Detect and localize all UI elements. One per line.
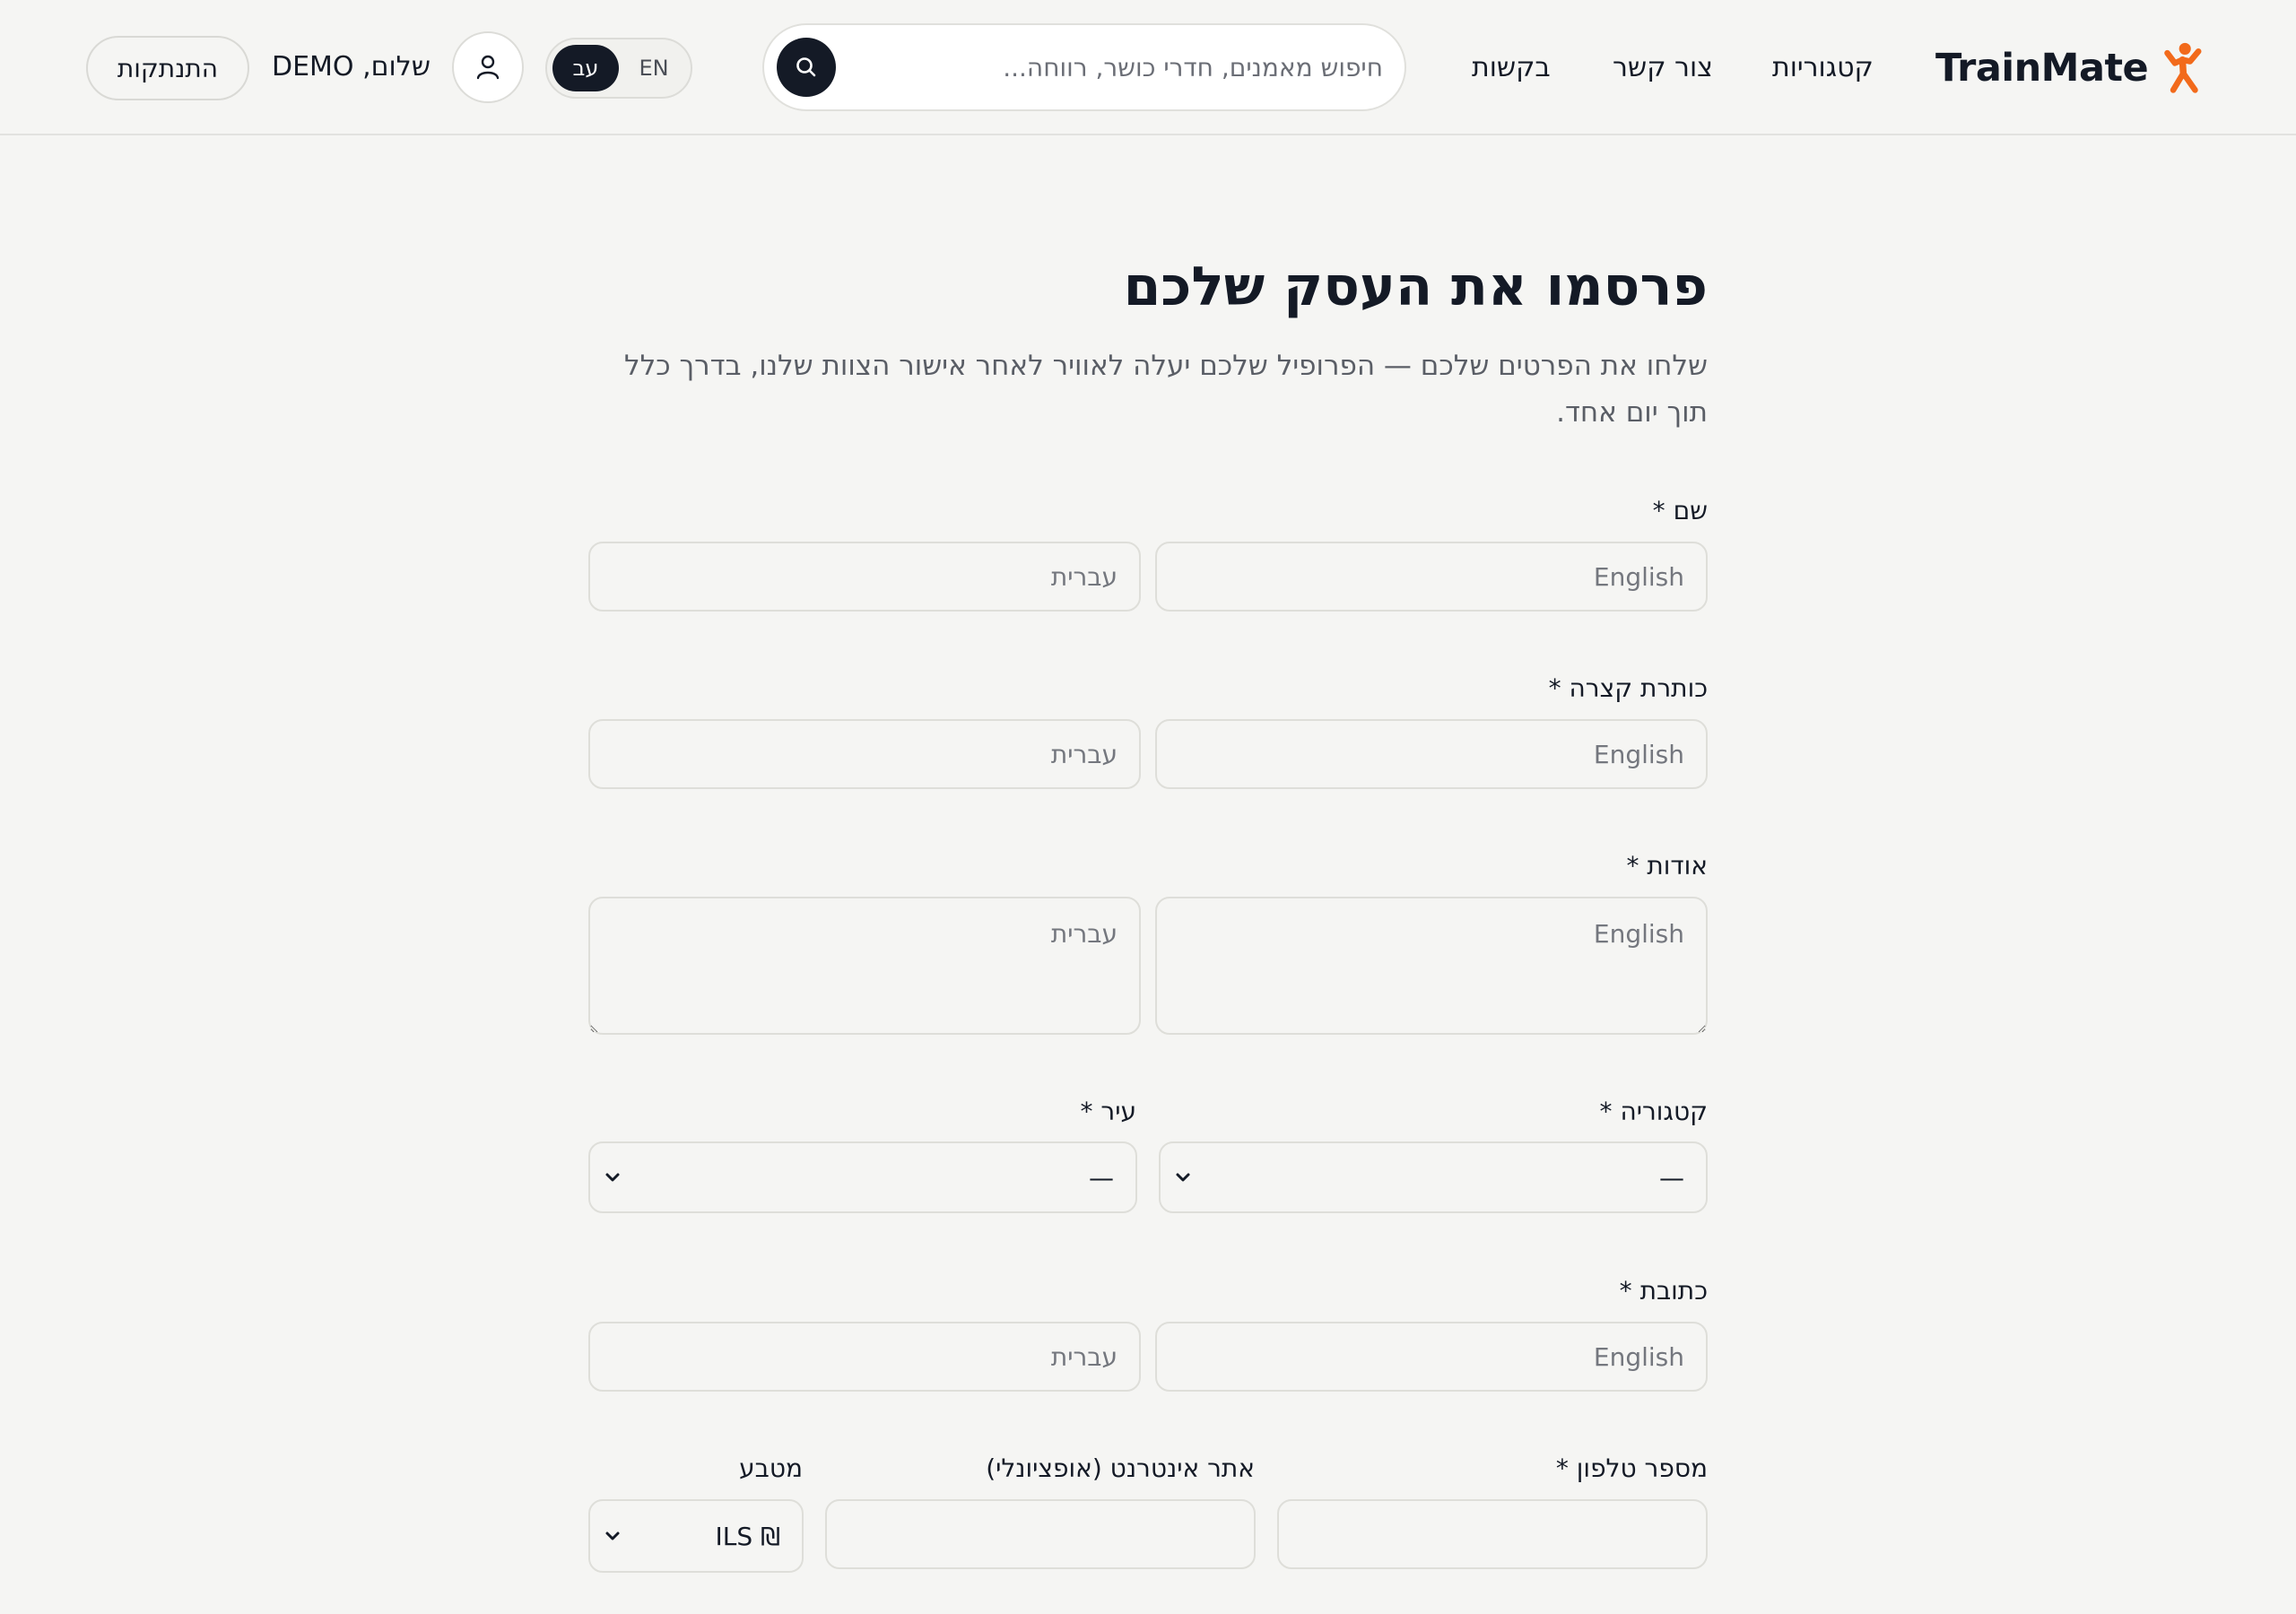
category-select[interactable]: — [1159, 1141, 1708, 1213]
address-hebrew-input[interactable] [588, 1322, 1141, 1392]
nav-categories[interactable]: קטגוריות [1772, 47, 1874, 90]
name-label: שם * [1652, 496, 1708, 525]
site-header: TrainMate קטגוריות צור קשר בקשות עב EN ש… [0, 0, 2296, 135]
website-label: אתר אינטרנט (אופציונלי) [986, 1453, 1255, 1483]
tagline-english-input[interactable] [1155, 719, 1708, 789]
address-label: כתובת * [1619, 1276, 1708, 1306]
phone-input[interactable] [1277, 1499, 1708, 1569]
lang-option-en[interactable]: EN [622, 45, 685, 91]
nav-contact[interactable]: צור קשר [1613, 47, 1713, 90]
language-toggle: עב EN [545, 38, 692, 99]
tagline-label: כותרת קצרה * [1548, 673, 1708, 703]
chevron-down-icon [604, 1501, 621, 1571]
city-label: עיר * [1080, 1097, 1137, 1126]
search-input[interactable] [845, 39, 1383, 95]
logout-button[interactable]: התנתקות [86, 36, 249, 100]
search-icon [796, 57, 816, 77]
address-english-input[interactable] [1155, 1322, 1708, 1392]
search-bar [762, 23, 1406, 111]
chevron-down-icon [1175, 1143, 1191, 1211]
lang-option-he[interactable]: עב [552, 45, 619, 91]
user-greeting: שלום, DEMO [271, 51, 430, 82]
brand-logo[interactable]: TrainMate [1935, 34, 2205, 102]
figure-flexing-icon [2164, 42, 2202, 93]
about-hebrew-textarea[interactable] [588, 897, 1141, 1035]
city-select[interactable]: — [588, 1141, 1137, 1213]
chevron-down-icon [604, 1143, 621, 1211]
avatar[interactable] [452, 31, 524, 103]
name-hebrew-input[interactable] [588, 542, 1141, 612]
name-english-input[interactable] [1155, 542, 1708, 612]
page-title: פרסמו את העסק שלכם [1123, 256, 1708, 318]
currency-selected-value: ₪ ILS [715, 1521, 781, 1551]
city-selected-value: — [1089, 1162, 1114, 1193]
category-label: קטגוריה * [1599, 1097, 1708, 1126]
phone-label: מספר טלפון * [1555, 1453, 1708, 1483]
nav-requests[interactable]: בקשות [1472, 47, 1551, 90]
user-icon [476, 55, 500, 80]
category-selected-value: — [1659, 1162, 1684, 1193]
about-label: אודות * [1626, 851, 1708, 881]
about-english-textarea[interactable] [1155, 897, 1708, 1035]
currency-select[interactable]: ₪ ILS [588, 1499, 804, 1573]
website-input[interactable] [825, 1499, 1256, 1569]
search-button[interactable] [777, 38, 836, 97]
tagline-hebrew-input[interactable] [588, 719, 1141, 789]
brand-name: TrainMate [1935, 46, 2149, 91]
currency-label: מטבע [739, 1453, 803, 1483]
page-subtitle: שלחו את הפרטים שלכם — הפרופיל שלכם יעלה … [624, 350, 1708, 429]
